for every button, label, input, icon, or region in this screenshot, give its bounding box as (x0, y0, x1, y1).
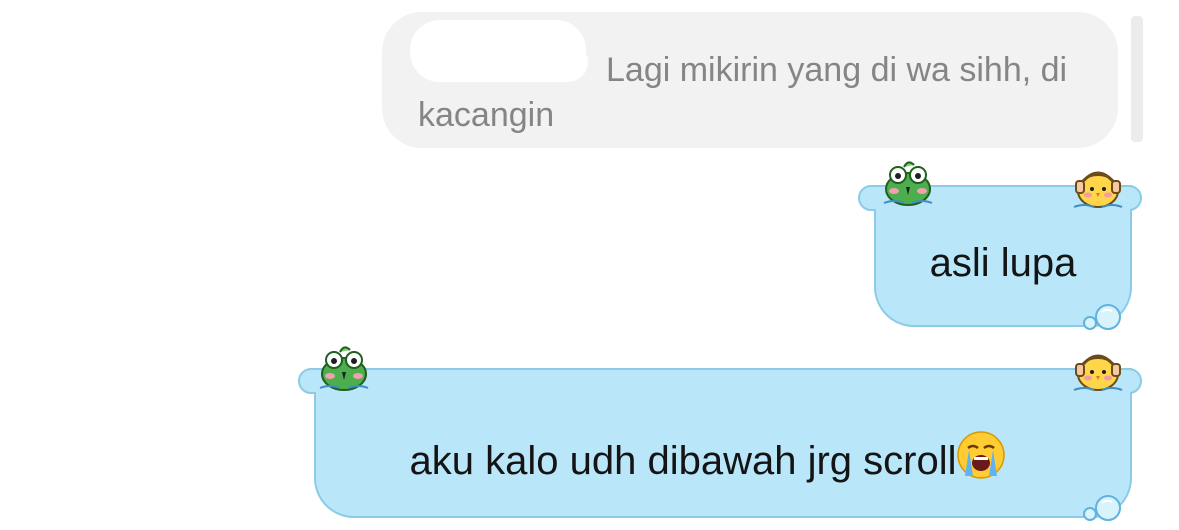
water-bubbles-icon (1083, 304, 1121, 330)
message-line: aku kalo udh dibawah jrg scroll (314, 430, 1102, 484)
loudly-crying-face-emoji (957, 431, 1006, 479)
chick-with-headphones-icon (1073, 171, 1123, 208)
frog-mascot-icon (883, 161, 933, 206)
chick-with-headphones-icon (1073, 354, 1123, 391)
water-bubbles-icon (1083, 495, 1121, 521)
quoted-reply[interactable]: Lagi mikirin yang di wa sihh, di kacangi… (382, 12, 1118, 148)
message-text: asli lupa (929, 241, 1077, 285)
message-text: aku kalo udh dibawah jrg scroll (409, 439, 957, 483)
scrollbar[interactable] (1131, 16, 1143, 142)
quoted-message-text: Lagi mikirin yang di wa sihh, di kacangi… (418, 51, 1068, 134)
frog-mascot-icon (319, 346, 369, 391)
message-bubble[interactable]: aku kalo udh dibawah jrg scroll (298, 346, 1142, 521)
message-bubble[interactable]: asli lupa (858, 161, 1142, 330)
